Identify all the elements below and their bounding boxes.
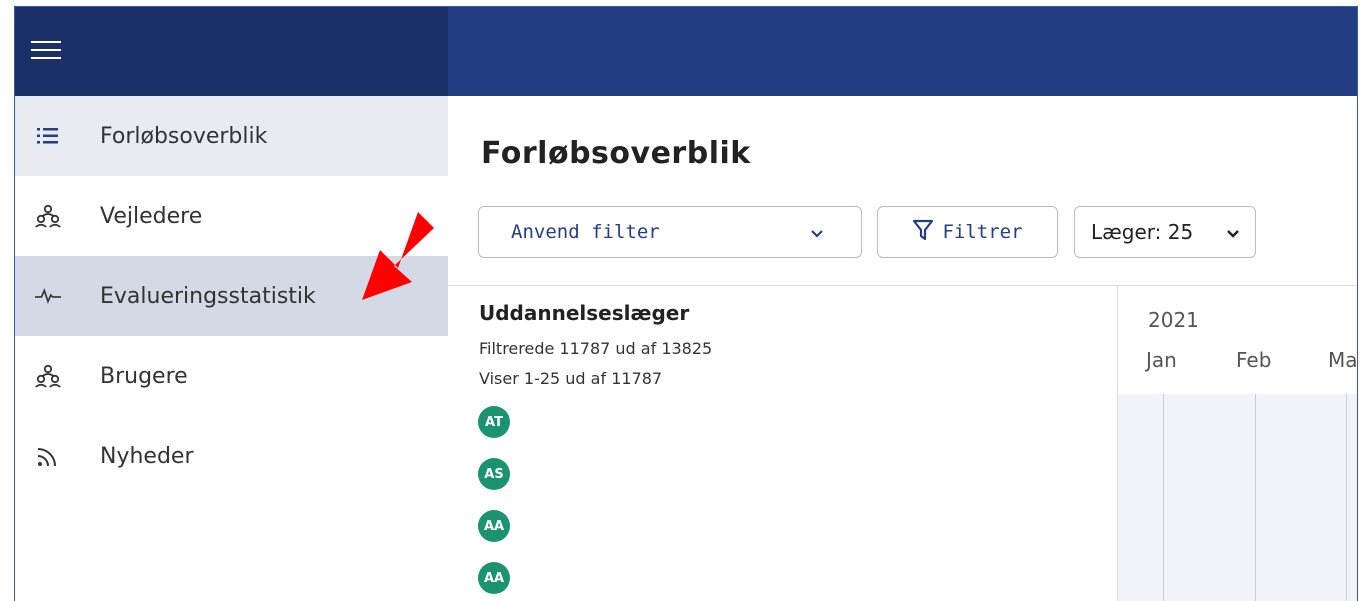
sidebar-header — [15, 7, 448, 96]
timeline-month: Jan — [1146, 348, 1177, 372]
funnel-icon — [912, 218, 934, 247]
chevron-down-icon — [809, 223, 825, 248]
page-title: Forløbsoverblik — [481, 136, 751, 171]
sidebar-item-brugere[interactable]: Brugere — [15, 336, 448, 416]
users-icon — [35, 363, 61, 389]
sidebar-item-label: Nyheder — [100, 443, 194, 469]
avatar[interactable]: AA — [478, 562, 510, 594]
sidebar-item-label: Forløbsoverblik — [100, 123, 268, 149]
laeger-per-page-label: Læger: 25 — [1091, 220, 1194, 244]
sidebar-item-label: Vejledere — [100, 203, 203, 229]
app-frame: Forløbsoverblik Vejledere Evalueringssta… — [14, 6, 1358, 601]
rss-icon — [35, 443, 61, 469]
timeline-month: Ma — [1328, 348, 1357, 372]
timeline-gridline — [1346, 394, 1347, 601]
apply-filter-label: Anvend filter — [511, 221, 660, 243]
sidebar-item-nyheder[interactable]: Nyheder — [15, 416, 448, 496]
timeline-gridline — [1255, 394, 1256, 601]
avatar[interactable]: AS — [478, 458, 510, 490]
laeger-per-page-dropdown[interactable]: Læger: 25 — [1074, 206, 1256, 258]
filtered-count: Filtrerede 11787 ud af 13825 — [479, 339, 713, 358]
timeline-year: 2021 — [1148, 308, 1199, 332]
red-arrow-annotation — [362, 212, 434, 300]
sidebar: Forløbsoverblik Vejledere Evalueringssta… — [15, 7, 448, 601]
apply-filter-dropdown[interactable]: Anvend filter — [478, 206, 862, 258]
timeline-grid — [1118, 394, 1357, 601]
timeline-month: Feb — [1236, 348, 1272, 372]
chevron-down-icon — [1225, 225, 1241, 248]
sidebar-item-label: Evalueringsstatistik — [100, 283, 316, 309]
list-title: Uddannelseslæger — [479, 301, 690, 325]
filter-button-label: Filtrer — [942, 221, 1023, 243]
pulse-icon — [35, 283, 61, 309]
sidebar-item-forlobsoverblik[interactable]: Forløbsoverblik — [15, 96, 448, 176]
hamburger-menu-icon[interactable] — [31, 41, 61, 61]
avatar[interactable]: AT — [478, 406, 510, 438]
filter-button[interactable]: Filtrer — [877, 206, 1058, 258]
timeline-gridline — [1163, 394, 1164, 601]
top-bar — [448, 7, 1357, 96]
users-icon — [35, 203, 61, 229]
showing-count: Viser 1-25 ud af 11787 — [479, 369, 663, 388]
main-content: Forløbsoverblik Anvend filter Filtrer Læ… — [448, 96, 1357, 601]
avatar[interactable]: AA — [478, 510, 510, 542]
list-icon — [35, 123, 61, 149]
sidebar-item-label: Brugere — [100, 363, 188, 389]
timeline[interactable]: 2021 Jan Feb Ma — [1118, 286, 1357, 601]
